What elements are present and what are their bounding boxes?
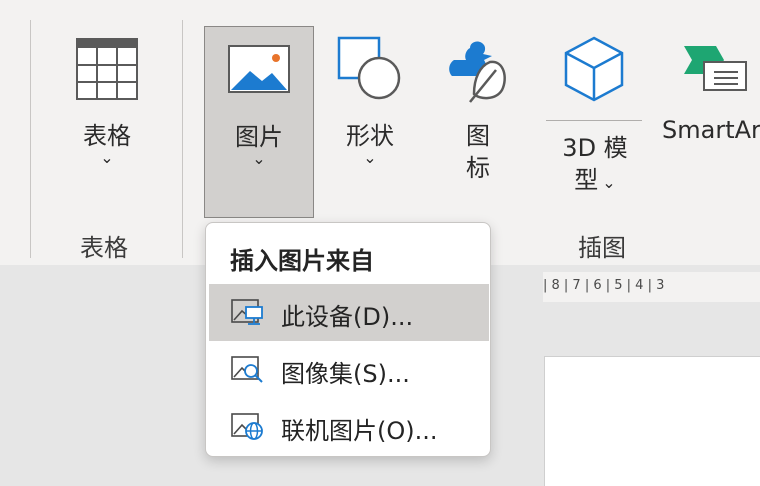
online-pictures-icon [231,413,263,440]
document-page[interactable] [544,356,760,486]
menu-item-stock-images[interactable]: 图像集(S)... [209,341,489,398]
smartart-button[interactable]: SmartAr [660,28,760,178]
shapes-button[interactable]: 形状 ⌄ [330,28,410,178]
stock-images-icon [231,356,263,383]
icons-button-label-line1: 图 [466,122,490,150]
menu-item-label: 图像集(S)... [281,360,410,388]
icons-button[interactable]: 图 标 [440,28,516,188]
table-button-label: 表格 [83,122,131,150]
divider [546,120,642,121]
picture-icon [228,45,290,93]
chevron-down-icon: ⌄ [252,149,266,168]
device-picture-icon [231,299,263,325]
picture-button-label: 图片 [235,123,283,151]
menu-item-label: 联机图片(O)... [281,417,438,445]
picture-button[interactable]: 图片 ⌄ [204,26,314,218]
menu-header: 插入图片来自 [230,247,374,275]
shapes-icon [337,36,401,100]
chevron-down-icon: ⌄ [602,173,616,192]
menu-item-label: 此设备(D)... [281,303,414,331]
menu-item-this-device[interactable]: 此设备(D)... [209,284,489,341]
icons-button-label-line2: 标 [466,154,490,182]
smartart-icon [684,46,747,91]
ribbon-separator [182,20,183,258]
3d-model-button[interactable]: 3D 模 型 ⌄ [546,28,642,194]
shapes-button-label: 形状 [346,122,394,150]
group-label-tables: 表格 [80,234,128,262]
chevron-down-icon: ⌄ [363,148,377,167]
chevron-down-icon: ⌄ [100,148,114,167]
horizontal-ruler[interactable]: | 8 | 7 | 6 | 5 | 4 | 3 [543,272,760,302]
table-button[interactable]: 表格 ⌄ [62,28,152,178]
menu-item-online-pictures[interactable]: 联机图片(O)... [209,398,489,455]
smartart-button-label: SmartAr [662,116,760,144]
table-icon [76,38,138,100]
group-label-illustrations: 插图 [578,234,626,262]
3d-model-label-line1: 3D 模 [562,134,628,162]
ruler-ticks: | 8 | 7 | 6 | 5 | 4 | 3 [543,278,665,293]
icons-icon [449,41,506,103]
3d-model-label-line2: 型 ⌄ [574,166,616,194]
insert-picture-menu: 插入图片来自 此设备(D)... 图像集(S)... 联机图片(O)... [205,222,491,457]
cube-icon [564,36,624,102]
ribbon-separator [30,20,31,258]
